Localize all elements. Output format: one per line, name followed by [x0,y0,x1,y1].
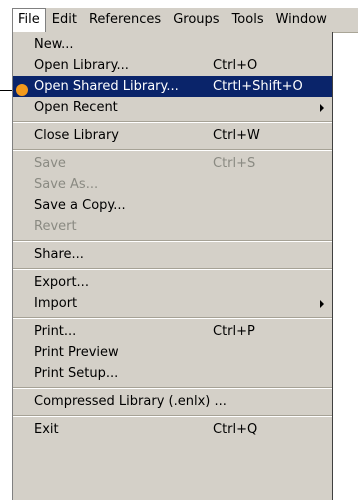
menu-item-save-a-copy[interactable]: Save a Copy... [13,195,332,216]
menu-window[interactable]: Window [270,8,333,32]
menu-groups[interactable]: Groups [167,8,225,32]
menu-item-new[interactable]: New... [13,34,332,55]
file-menu-dropdown: New... Open Library... Ctrl+O Open Share… [12,32,333,500]
menu-group-exit: Exit Ctrl+Q [13,417,332,443]
menu-item-label: Export... [34,275,89,290]
menu-item-open-library[interactable]: Open Library... Ctrl+O [13,55,332,76]
menu-tools[interactable]: Tools [226,8,270,32]
menu-item-label: Share... [34,247,84,262]
menu-group-save: Save Ctrl+S Save As... Save a Copy... Re… [13,151,332,241]
menu-item-label: Open Library... [34,58,129,73]
menu-item-label: Save As... [34,177,99,192]
menu-item-label: New... [34,37,74,52]
menu-item-compressed-library[interactable]: Compressed Library (.enlx) ... [13,391,332,412]
menu-item-print-preview[interactable]: Print Preview [13,342,332,363]
callout-marker-dot [16,84,28,96]
menu-item-share[interactable]: Share... [13,244,332,265]
submenu-arrow-icon [320,104,324,112]
menu-item-print[interactable]: Print... Ctrl+P [13,321,332,342]
menu-group-compressed: Compressed Library (.enlx) ... [13,389,332,416]
menu-item-save-as: Save As... [13,174,332,195]
menu-item-shortcut: Ctrl+Q [213,422,258,437]
menu-group-print: Print... Ctrl+P Print Preview Print Setu… [13,319,332,388]
menu-item-label: Save [34,156,66,171]
menu-bar: File Edit References Groups Tools Window [12,7,358,33]
menu-item-open-recent[interactable]: Open Recent [13,97,332,118]
menu-edit[interactable]: Edit [46,8,83,32]
callout-line [0,90,12,91]
menu-item-shortcut: Ctrl+W [213,128,260,143]
menu-item-print-setup[interactable]: Print Setup... [13,363,332,384]
menu-item-label: Open Recent [34,100,118,115]
menu-item-label: Exit [34,422,59,437]
menu-item-shortcut: Ctrl+O [213,58,258,73]
menu-item-open-shared-library[interactable]: Open Shared Library... Ctrtl+Shift+O [13,76,332,97]
menu-item-shortcut: Ctrtl+Shift+O [213,79,303,94]
menu-item-label: Save a Copy... [34,198,126,213]
menu-item-label: Print... [34,324,77,339]
menu-item-import[interactable]: Import [13,293,332,314]
menu-item-label: Import [34,296,78,311]
submenu-arrow-icon [320,300,324,308]
menu-group-share: Share... [13,242,332,269]
menu-item-revert: Revert [13,216,332,237]
menu-group-close: Close Library Ctrl+W [13,123,332,150]
menu-group-export: Export... Import [13,270,332,318]
menu-item-exit[interactable]: Exit Ctrl+Q [13,419,332,440]
menu-item-label: Revert [34,219,77,234]
menu-item-label: Print Setup... [34,366,119,381]
menu-file[interactable]: File [12,7,46,33]
menu-item-shortcut: Ctrl+S [213,156,256,171]
menu-item-label: Open Shared Library... [34,79,179,94]
menu-item-label: Compressed Library (.enlx) ... [34,394,227,409]
menu-item-label: Close Library [34,128,120,143]
menu-item-save: Save Ctrl+S [13,153,332,174]
menu-item-shortcut: Ctrl+P [213,324,255,339]
menu-group-open: New... Open Library... Ctrl+O Open Share… [13,32,332,122]
menu-item-label: Print Preview [34,345,119,360]
menu-references[interactable]: References [83,8,167,32]
menu-item-close-library[interactable]: Close Library Ctrl+W [13,125,332,146]
menu-item-export[interactable]: Export... [13,272,332,293]
